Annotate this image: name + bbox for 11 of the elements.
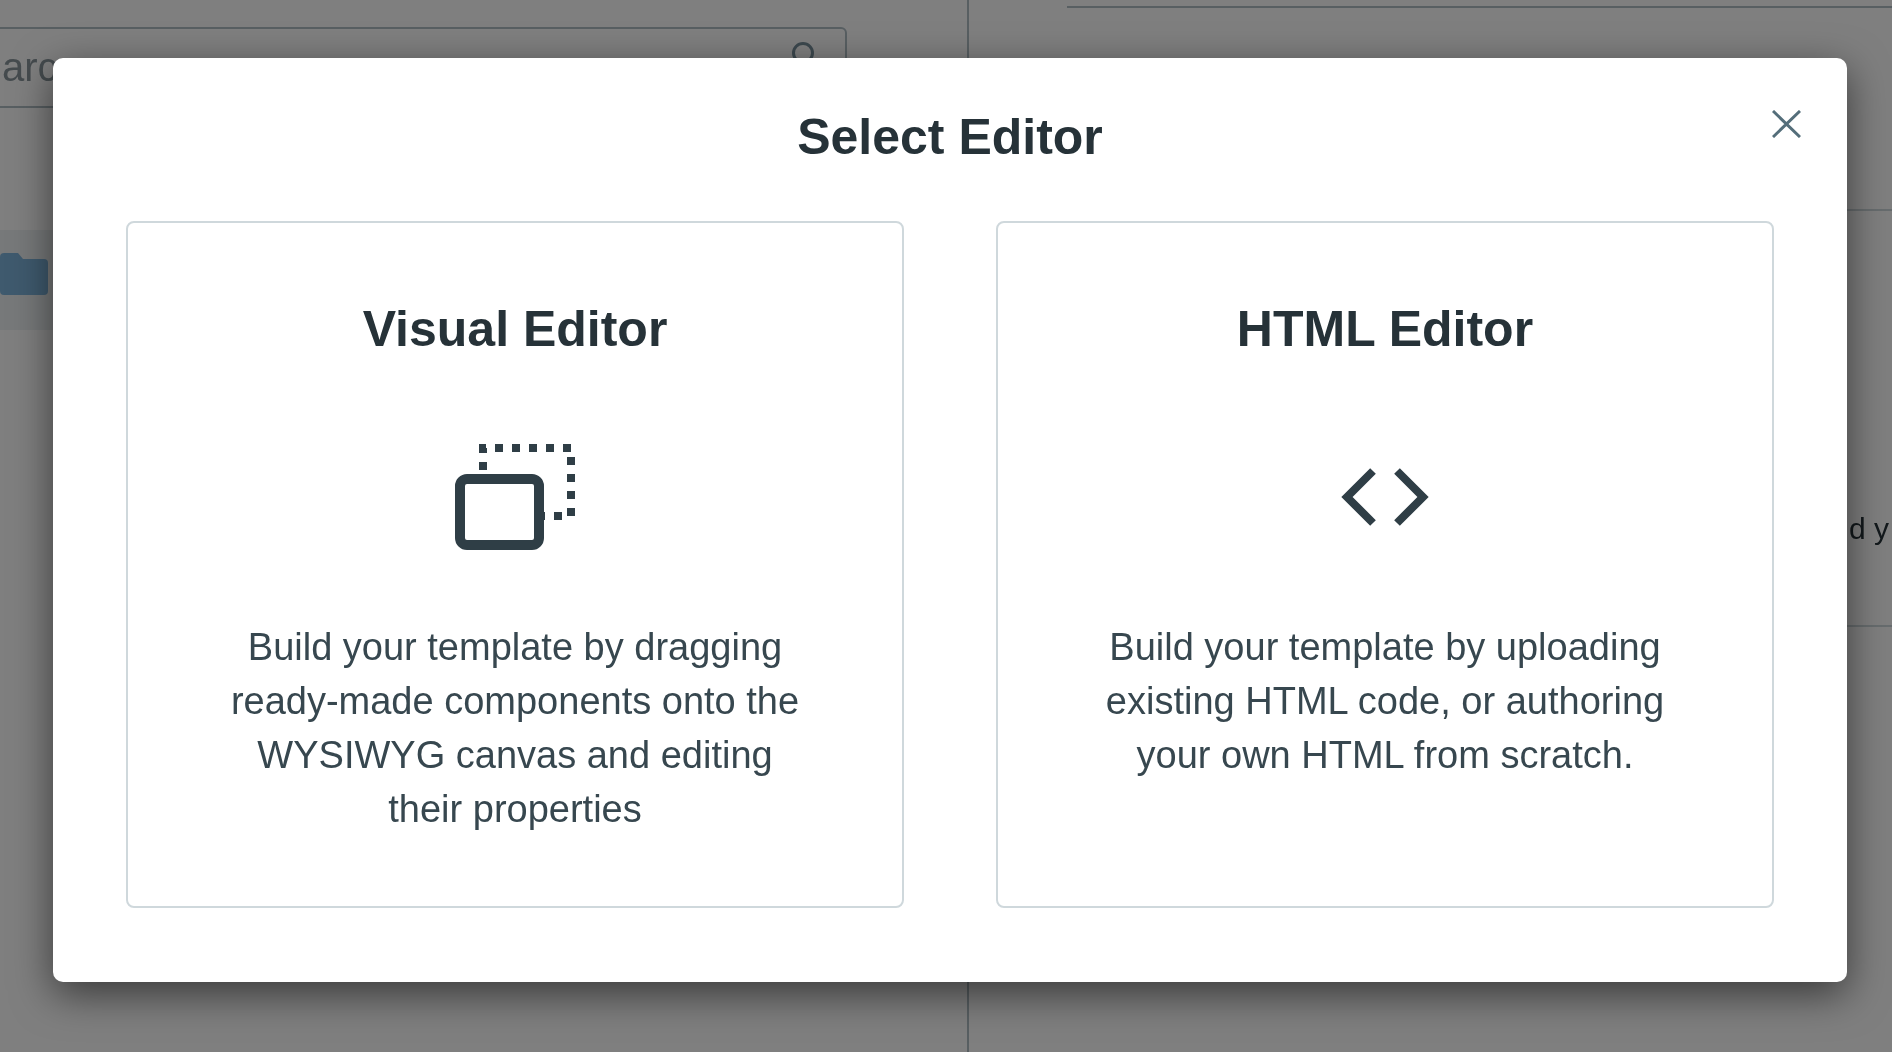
option-title: Visual Editor <box>362 300 668 359</box>
layered-rectangles-icon <box>455 444 575 550</box>
option-description: Build your template by dragging ready-made components onto the WYSIWYG canvas and editing their properties <box>229 625 801 832</box>
dialog-title: Select Editor <box>797 108 1103 166</box>
partial-text: d y <box>1848 511 1889 547</box>
folder-icon <box>0 253 48 295</box>
option-title: HTML Editor <box>1236 300 1534 359</box>
editor-option-card[interactable]: Visual Editor Build your template by dragging ready-made components onto the WYSIWYG canvas and editing their properties <box>126 221 904 908</box>
option-description: Build your template by uploading existing HTML code, or authoring your own HTML from scratch. <box>1104 625 1666 778</box>
editor-option-card[interactable]: HTML Editor Build your template by uploading existing HTML code, or authoring your own HTML from scratch. <box>996 221 1774 908</box>
close-icon <box>1772 110 1801 138</box>
